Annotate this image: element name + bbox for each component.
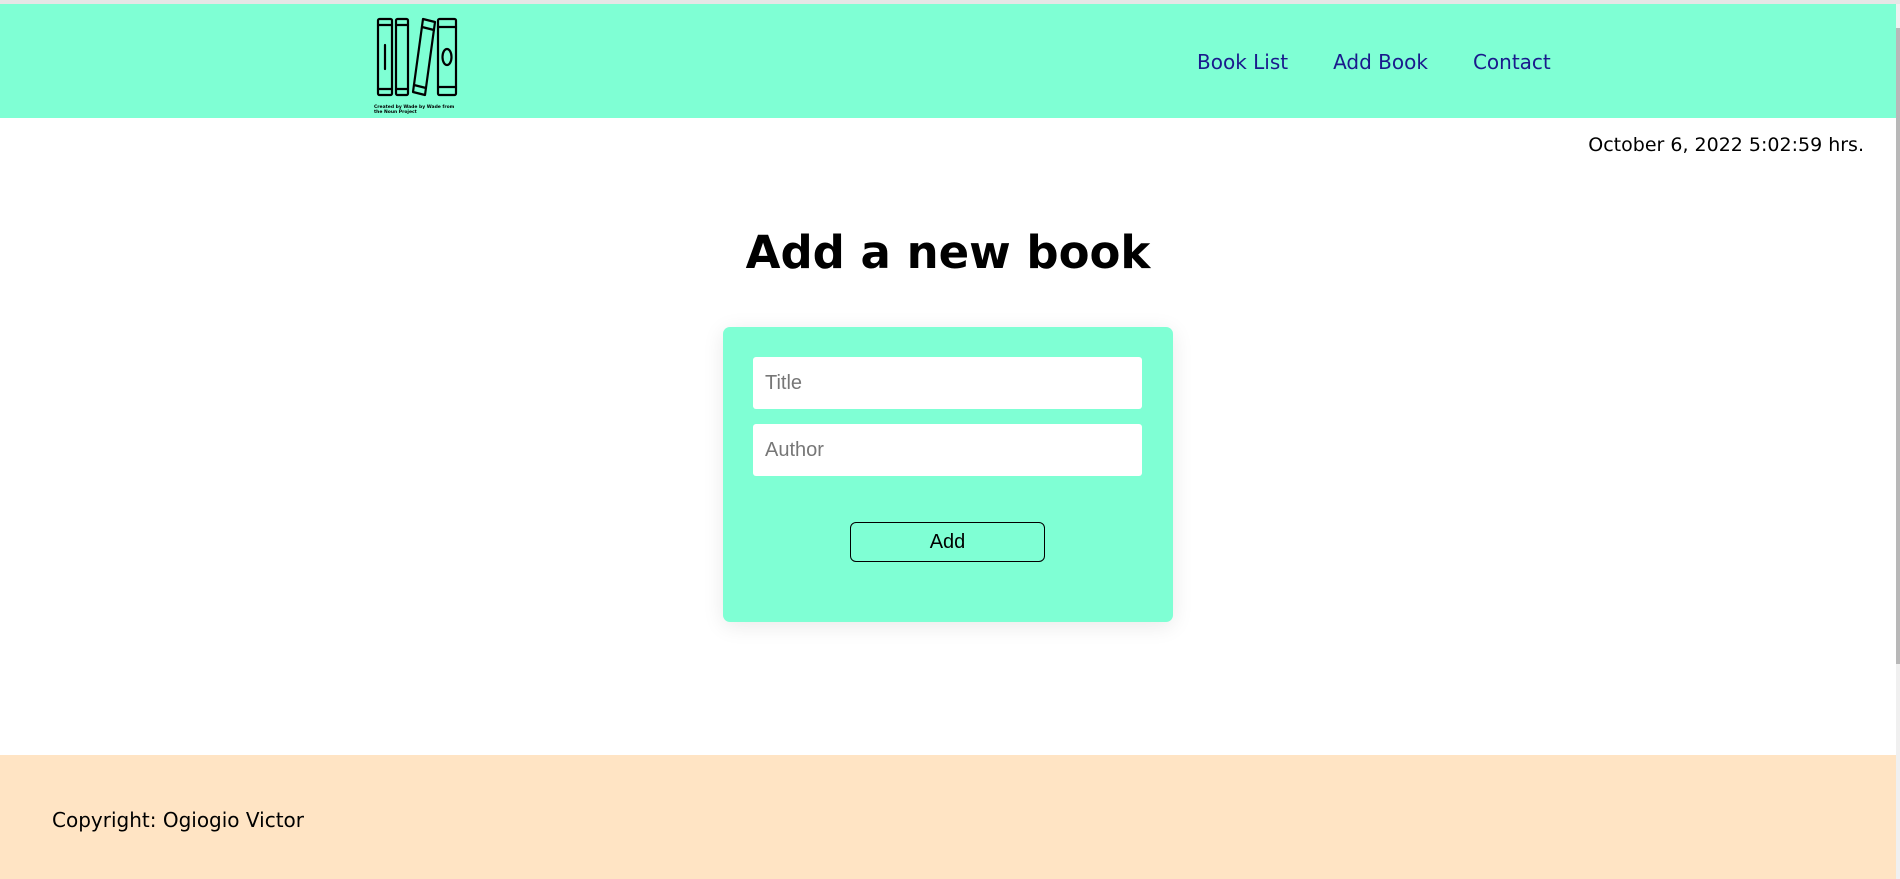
current-datetime: October 6, 2022 5:02:59 hrs. — [1588, 134, 1864, 156]
title-input[interactable] — [753, 357, 1142, 409]
add-book-form: Add — [723, 327, 1173, 622]
author-input[interactable] — [753, 424, 1142, 476]
page-title: Add a new book — [745, 226, 1151, 279]
logo[interactable]: Created by Wade by Wade from the Noun Pr… — [372, 13, 462, 117]
add-button[interactable]: Add — [850, 522, 1045, 562]
nav-link-add-book[interactable]: Add Book — [1333, 50, 1428, 74]
logo-credit: Created by Wade by Wade from the Noun Pr… — [374, 105, 455, 115]
nav-link-book-list[interactable]: Book List — [1197, 50, 1288, 74]
main-nav: Book List Add Book Contact — [1197, 50, 1551, 74]
footer: Copyright: Ogiogio Victor — [0, 755, 1896, 879]
navbar: Created by Wade by Wade from the Noun Pr… — [0, 4, 1896, 118]
page-scrollbar[interactable] — [1896, 4, 1900, 879]
scrollbar-thumb[interactable] — [1896, 28, 1900, 664]
copyright-text: Copyright: Ogiogio Victor — [52, 808, 304, 832]
bookshelf-icon — [376, 17, 458, 97]
page: Created by Wade by Wade from the Noun Pr… — [0, 0, 1900, 879]
nav-link-contact[interactable]: Contact — [1473, 50, 1551, 74]
